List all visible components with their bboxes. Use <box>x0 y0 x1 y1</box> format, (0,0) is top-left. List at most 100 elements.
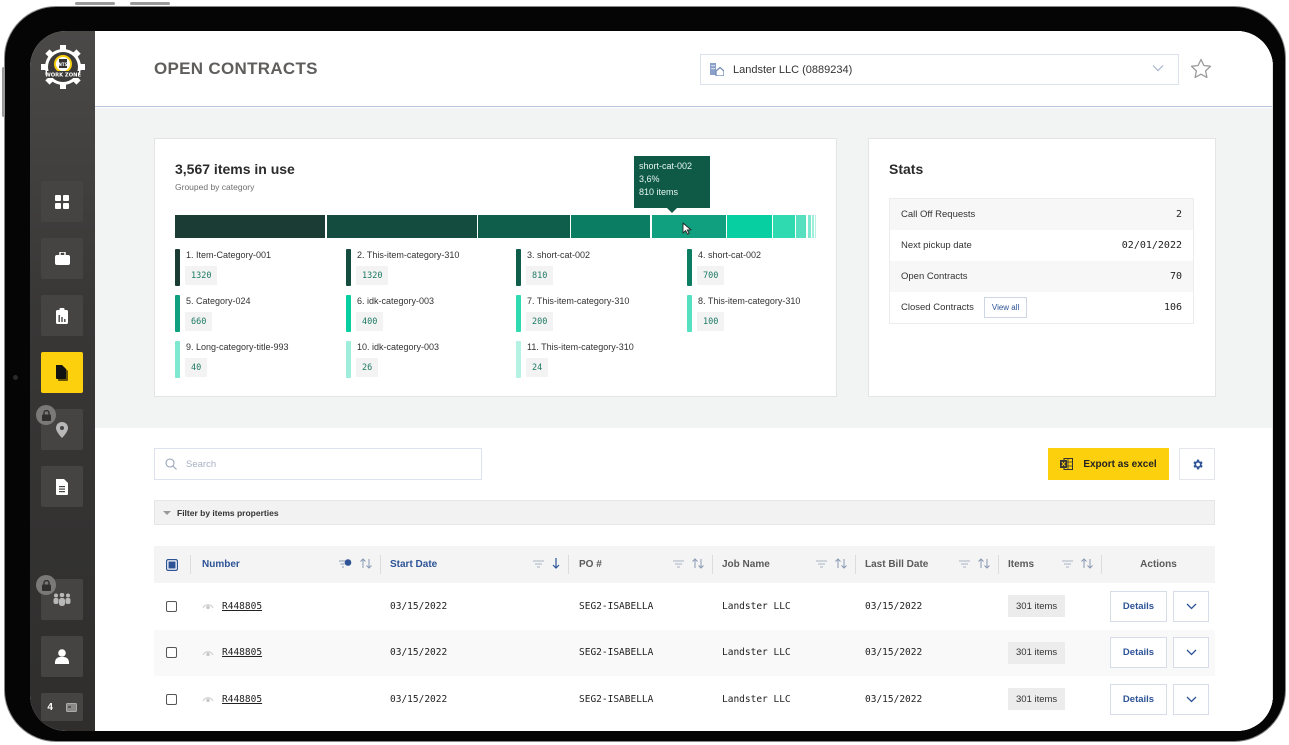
sidebar: NTS WORK ZONE 4 <box>30 31 95 731</box>
filter-icon[interactable] <box>673 560 684 568</box>
scrollbar-track[interactable] <box>1272 31 1273 731</box>
bar-segment[interactable] <box>807 215 811 238</box>
legend-item[interactable]: 6. idk-category-003 400 <box>346 295 511 332</box>
mouse-cursor-icon <box>682 222 692 235</box>
legend-item[interactable]: 9. Long-category-title-993 40 <box>175 341 340 378</box>
last-bill-date-cell: 03/15/2022 <box>865 647 923 658</box>
bar-segment[interactable] <box>796 215 807 238</box>
logo[interactable]: NTS WORK ZONE <box>41 45 85 89</box>
bar-segment[interactable] <box>175 215 326 238</box>
contract-number-link[interactable]: R448805 <box>222 694 262 705</box>
contract-number-link[interactable]: R448805 <box>222 601 262 612</box>
start-date-cell: 03/15/2022 <box>390 647 448 658</box>
legend-label: 4. short-cat-002 <box>698 250 762 260</box>
legend-value: 200 <box>526 312 554 331</box>
filter-icon[interactable] <box>816 560 827 568</box>
column-header-start-date[interactable]: Start Date <box>390 546 568 583</box>
search-icon <box>165 458 177 470</box>
bar-segment[interactable] <box>478 215 570 238</box>
chart-tooltip: short-cat-002 3,6% 810 items <box>634 156 710 213</box>
row-checkbox[interactable] <box>166 600 177 612</box>
device-top-button <box>130 2 170 5</box>
column-header-last-bill-date[interactable]: Last Bill Date <box>865 546 998 583</box>
sidebar-item-invoices[interactable] <box>41 466 83 507</box>
legend-label: 8. This-item-category-310 <box>698 296 801 306</box>
legend-value: 1320 <box>185 266 218 285</box>
filter-active-icon[interactable] <box>339 558 352 569</box>
legend-item[interactable]: 2. This-item-category-310 1320 <box>346 249 511 286</box>
column-label: Job Name <box>722 559 770 570</box>
sort-icon[interactable] <box>835 558 847 569</box>
legend-item[interactable]: 5. Category-024 660 <box>175 295 340 332</box>
legend-item[interactable]: 11. This-item-category-310 24 <box>516 341 681 378</box>
eye-icon[interactable] <box>202 649 214 657</box>
row-checkbox[interactable] <box>166 647 177 658</box>
sort-icon[interactable] <box>360 558 372 569</box>
details-button[interactable]: Details <box>1110 590 1167 622</box>
bar-segment[interactable] <box>815 215 817 238</box>
bar-segment[interactable] <box>773 215 795 238</box>
device-volume-button <box>2 67 5 117</box>
legend-item[interactable]: 3. short-cat-002 810 <box>516 249 681 286</box>
details-button[interactable]: Details <box>1110 683 1167 715</box>
search-input[interactable]: Search <box>154 448 482 480</box>
sidebar-item-contracts[interactable] <box>41 352 83 393</box>
messages-button[interactable]: 4 <box>41 693 83 721</box>
contract-number-link[interactable]: R448805 <box>222 647 262 658</box>
stats-label: Next pickup date <box>901 240 972 251</box>
view-all-button[interactable]: View all <box>983 297 1028 318</box>
expand-row-button[interactable] <box>1173 637 1209 668</box>
bar-segment[interactable] <box>571 215 650 238</box>
sidebar-item-profile[interactable] <box>41 636 83 677</box>
table-row: R448805 03/15/2022 SEG2-ISABELLA Landster L… <box>154 629 1215 676</box>
filter-icon[interactable] <box>533 560 544 568</box>
export-excel-button[interactable]: Export as excel <box>1048 448 1169 480</box>
filter-toggle[interactable]: Filter by items properties <box>154 500 1215 525</box>
stats-row-closed-contracts: Closed Contracts View all 106 <box>890 292 1193 323</box>
legend-item[interactable]: 4. short-cat-002 700 <box>687 249 852 286</box>
screen: NTS WORK ZONE 4 OPEN CONTRACTS Landster … <box>30 31 1273 731</box>
bar-segment[interactable] <box>326 215 477 238</box>
bar-segment[interactable] <box>812 215 814 238</box>
sort-icon[interactable] <box>692 558 704 569</box>
table-settings-button[interactable] <box>1179 448 1215 480</box>
column-label: Start Date <box>390 559 438 570</box>
row-checkbox[interactable] <box>166 693 177 705</box>
star-icon[interactable] <box>1190 58 1212 79</box>
sort-icon[interactable] <box>978 558 990 569</box>
sidebar-item-jobs[interactable] <box>41 238 83 279</box>
chevron-down-icon <box>1186 603 1196 609</box>
svg-text:NTS: NTS <box>59 62 68 67</box>
eye-icon[interactable] <box>202 602 214 610</box>
legend-value: 700 <box>697 266 725 285</box>
job-name-cell: Landster LLC <box>722 693 791 705</box>
tablet-frame: NTS WORK ZONE 4 OPEN CONTRACTS Landster … <box>2 2 1286 742</box>
legend-item[interactable]: 8. This-item-category-310 100 <box>687 295 852 332</box>
sort-icon[interactable] <box>1081 558 1093 569</box>
start-date-cell: 03/15/2022 <box>390 693 448 705</box>
legend-item[interactable]: 1. Item-Category-001 1320 <box>175 249 340 286</box>
filter-icon[interactable] <box>1062 560 1073 568</box>
legend-swatch <box>346 341 351 378</box>
legend-item[interactable]: 10. idk-category-003 26 <box>346 341 511 378</box>
filter-icon[interactable] <box>959 560 970 568</box>
bar-segment[interactable] <box>727 215 772 238</box>
eye-icon[interactable] <box>202 695 214 703</box>
column-header-number[interactable]: Number <box>202 546 380 583</box>
select-all-checkbox[interactable] <box>166 546 178 583</box>
sort-desc-icon[interactable] <box>552 558 560 569</box>
expand-row-button[interactable] <box>1173 590 1209 622</box>
expand-row-button[interactable] <box>1173 683 1209 715</box>
stats-value: 106 <box>1163 302 1182 313</box>
stats-title: Stats <box>889 161 924 177</box>
sidebar-item-reports[interactable] <box>41 295 83 336</box>
column-label: Number <box>202 559 240 570</box>
company-select[interactable]: Landster LLC (0889234) <box>700 54 1179 85</box>
column-header-po[interactable]: PO # <box>579 546 712 583</box>
legend-item[interactable]: 7. This-item-category-310 200 <box>516 295 681 332</box>
sidebar-item-dashboard[interactable] <box>41 181 83 222</box>
details-button[interactable]: Details <box>1110 637 1167 668</box>
column-header-items[interactable]: Items <box>1008 546 1101 583</box>
excel-icon <box>1060 458 1074 470</box>
column-header-job-name[interactable]: Job Name <box>722 546 855 583</box>
